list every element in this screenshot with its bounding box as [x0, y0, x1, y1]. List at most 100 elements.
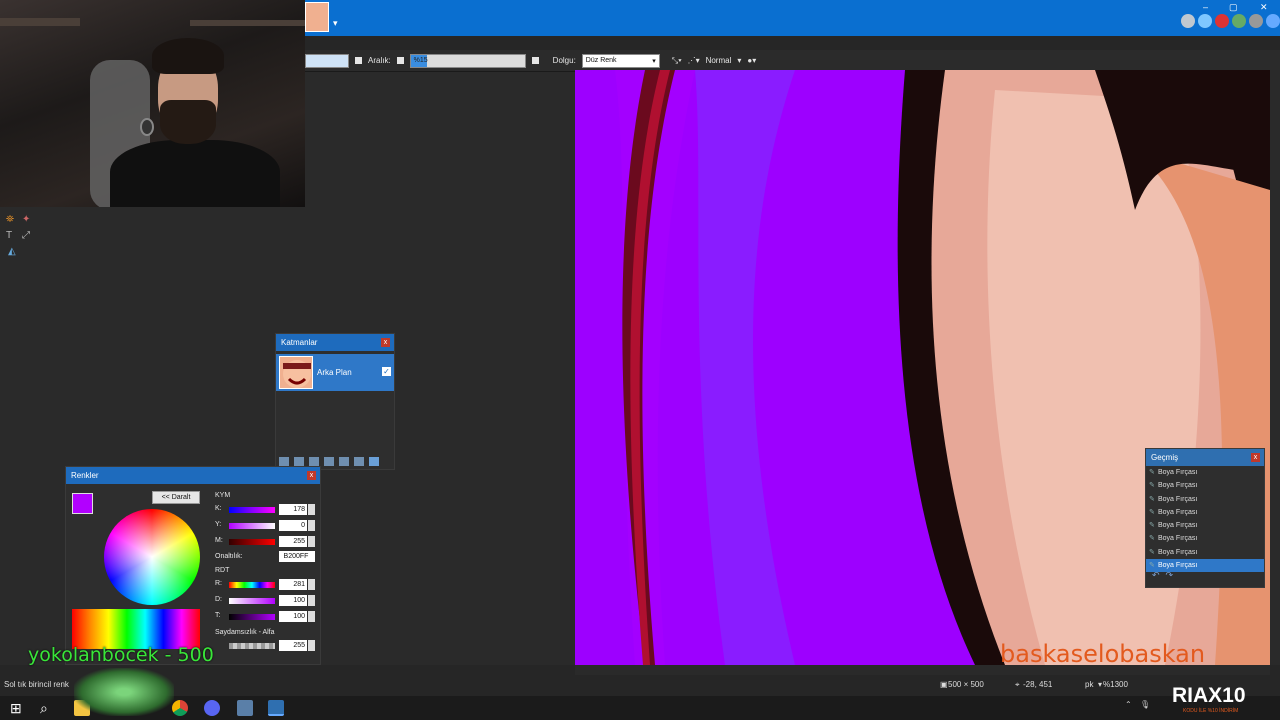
- layer-properties-icon[interactable]: [369, 457, 379, 466]
- alpha-slider[interactable]: [229, 643, 275, 649]
- chevron-down-icon: ▾: [652, 57, 656, 65]
- saturation-slider[interactable]: [229, 523, 275, 529]
- close-icon[interactable]: x: [1251, 453, 1260, 462]
- donation-overlay: yokolanbocek - 500: [28, 644, 214, 666]
- layers-panel: Katmanlar x Arka Plan ✓: [275, 333, 395, 470]
- history-item[interactable]: Boya Fırçası: [1146, 532, 1264, 545]
- antialias-icon[interactable]: ⤡▾: [672, 56, 682, 66]
- layer-visibility-checkbox[interactable]: ✓: [382, 367, 391, 376]
- search-icon[interactable]: ⌕: [40, 700, 56, 716]
- add-layer-icon[interactable]: [279, 457, 289, 466]
- duplicate-layer-icon[interactable]: [309, 457, 319, 466]
- blue-spinner[interactable]: [308, 611, 315, 622]
- value-slider[interactable]: [229, 539, 275, 545]
- history-controls: ↶ ↷: [1152, 570, 1173, 581]
- recolor-icon[interactable]: ✦: [22, 214, 34, 226]
- webcam-shelf: [0, 18, 80, 26]
- paint-bucket-icon[interactable]: ⛯: [6, 214, 18, 226]
- minimize-icon[interactable]: –: [1203, 2, 1208, 12]
- monitor-app-icon[interactable]: [237, 700, 253, 716]
- hue-value[interactable]: 178: [279, 504, 307, 515]
- blend-mode-chevron-icon[interactable]: ▾: [737, 56, 741, 65]
- canvas-vertical-scrollbar[interactable]: [1270, 70, 1280, 665]
- history-item[interactable]: Boya Fırçası: [1146, 466, 1264, 479]
- merge-layer-icon[interactable]: [324, 457, 334, 466]
- alpha-spinner[interactable]: [308, 640, 315, 651]
- dolgu-select[interactable]: Düz Renk ▾: [581, 53, 660, 68]
- zoom-chevron-icon[interactable]: ▾: [1098, 680, 1102, 689]
- image-size: 500 × 500: [948, 680, 984, 689]
- valorant-icon: [1215, 14, 1229, 28]
- units-select[interactable]: pk: [1085, 680, 1093, 689]
- green-spinner[interactable]: [308, 595, 315, 606]
- red-value[interactable]: 281: [279, 579, 307, 590]
- green-value[interactable]: 100: [279, 595, 307, 606]
- history-item[interactable]: Boya Fırçası: [1146, 493, 1264, 506]
- text-tool-icon[interactable]: T: [6, 230, 18, 242]
- alpha-blend-icon[interactable]: ⋰▾: [688, 56, 700, 65]
- palette-icon[interactable]: [1232, 14, 1246, 28]
- shapes-tool-icon[interactable]: ◭: [8, 246, 20, 258]
- red-spinner[interactable]: [308, 579, 315, 590]
- hue-spinner[interactable]: [308, 504, 315, 515]
- donation-alert-graphic: [74, 668, 174, 716]
- webcam-earphone: [140, 118, 154, 136]
- close-icon[interactable]: x: [381, 338, 390, 347]
- brush-width-field[interactable]: [305, 53, 349, 68]
- sponsor-logo: RIAX10: [1172, 684, 1246, 707]
- aralik-slider[interactable]: %15: [409, 53, 526, 68]
- chrome-icon[interactable]: [172, 700, 188, 716]
- history-item[interactable]: Boya Fırçası: [1146, 506, 1264, 519]
- maximize-icon[interactable]: ▢: [1229, 2, 1238, 13]
- saturation-spinner[interactable]: [308, 520, 315, 531]
- move-layer-up-icon[interactable]: [339, 457, 349, 466]
- value-value[interactable]: 255: [279, 536, 307, 547]
- green-slider[interactable]: [229, 598, 275, 604]
- saturation-value[interactable]: 0: [279, 520, 307, 531]
- hue-slider[interactable]: [229, 507, 275, 513]
- tab-dropdown-icon[interactable]: ▾: [333, 18, 338, 29]
- delete-layer-icon[interactable]: [294, 457, 304, 466]
- wifi-icon[interactable]: ⌃: [1125, 700, 1141, 716]
- primary-color-swatch[interactable]: [72, 493, 93, 514]
- alpha-value[interactable]: 255: [279, 640, 307, 651]
- saturation-label: Y:: [215, 521, 222, 528]
- webcam-overlay: [0, 0, 305, 207]
- close-icon[interactable]: x: [307, 471, 316, 480]
- color-palette[interactable]: [72, 609, 200, 649]
- layer-item[interactable]: Arka Plan ✓: [276, 354, 394, 391]
- blue-slider[interactable]: [229, 614, 275, 620]
- value-spinner[interactable]: [308, 536, 315, 547]
- microphone-icon[interactable]: 🎙: [1140, 700, 1156, 716]
- windows-start-icon[interactable]: ⊞: [10, 700, 26, 716]
- color-wheel[interactable]: [104, 509, 200, 605]
- brush-shape-icon[interactable]: ●▾: [747, 56, 756, 65]
- colors-panel-title[interactable]: Renkler x: [66, 467, 320, 484]
- history-item[interactable]: Boya Fırçası: [1146, 519, 1264, 532]
- move-layer-down-icon[interactable]: [354, 457, 364, 466]
- hex-label: Onaltılık:: [215, 553, 243, 560]
- discord-icon[interactable]: [204, 700, 220, 716]
- zoom-level[interactable]: %1300: [1103, 680, 1128, 689]
- close-window-icon[interactable]: ✕: [1260, 2, 1268, 13]
- aralik-stepper-up[interactable]: [531, 57, 539, 64]
- blue-value[interactable]: 100: [279, 611, 307, 622]
- hex-input[interactable]: B200FF: [279, 551, 315, 562]
- dolgu-select-value: Düz Renk: [585, 56, 617, 64]
- brush-width-stepper[interactable]: [355, 57, 362, 64]
- collapse-button[interactable]: << Daralt: [152, 491, 200, 504]
- history-panel-title[interactable]: Geçmiş x: [1146, 449, 1264, 466]
- history-item[interactable]: Boya Fırçası: [1146, 546, 1264, 559]
- help-icon[interactable]: [1266, 14, 1280, 28]
- paint-net-icon[interactable]: [268, 700, 284, 716]
- image-tab-thumbnail[interactable]: [305, 2, 329, 32]
- aralik-stepper-down[interactable]: [396, 57, 404, 64]
- redo-icon[interactable]: ↷: [1166, 570, 1174, 581]
- history-item[interactable]: Boya Fırçası: [1146, 479, 1264, 492]
- undo-icon[interactable]: ↶: [1152, 570, 1160, 581]
- red-slider[interactable]: [229, 582, 275, 588]
- layers-panel-title[interactable]: Katmanlar x: [276, 334, 394, 351]
- line-tool-icon[interactable]: ⤢: [22, 230, 34, 242]
- blend-mode-select[interactable]: Normal: [706, 56, 732, 65]
- gear-icon[interactable]: [1249, 14, 1263, 28]
